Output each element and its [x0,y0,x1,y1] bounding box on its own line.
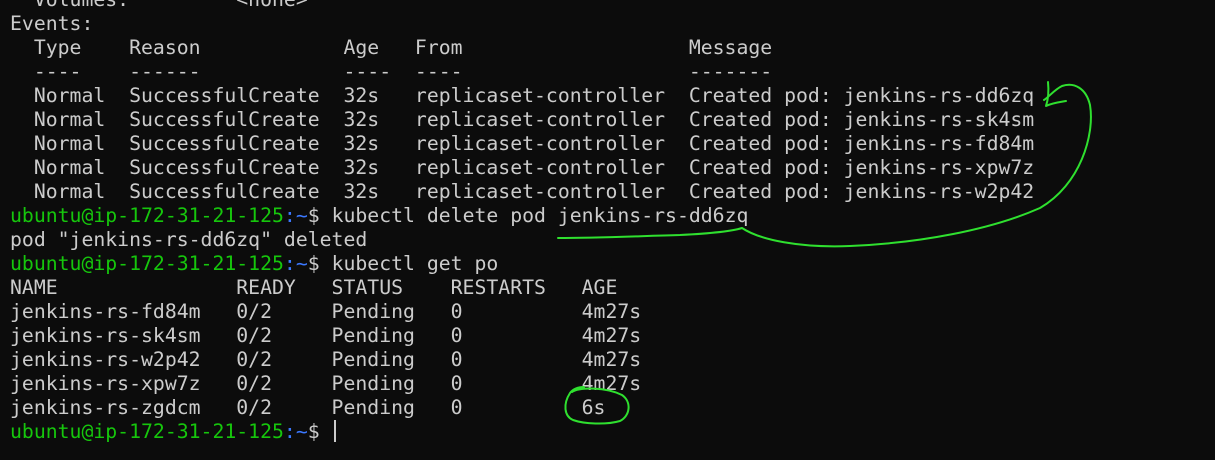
text-cursor[interactable] [333,420,336,442]
output-line: jenkins-rs-sk4sm 0/2 Pending 0 4m27s [10,324,642,347]
prompt-path: :~ [283,420,308,443]
command-text: kubectl get po [331,252,499,275]
prompt-user-host: ubuntu@ip-172-31-21-125 [10,252,284,275]
output-line: NAME READY STATUS RESTARTS AGE [10,276,618,299]
output-line: jenkins-rs-zgdcm 0/2 Pending 0 6s [10,396,606,419]
prompt-user-host: ubuntu@ip-172-31-21-125 [10,420,284,443]
prompt-symbol: $ [307,252,332,275]
output-line: Volumes: <none> [10,0,1034,12]
output-line: Normal SuccessfulCreate 32s replicaset-c… [10,84,1035,107]
output-line: Normal SuccessfulCreate 32s replicaset-c… [10,108,1035,131]
output-line: Events: [10,12,94,35]
output-line: Normal SuccessfulCreate 32s replicaset-c… [10,132,1035,155]
prompt-line: ubuntu@ip-172-31-21-125:~$ kubectl get p… [10,252,1034,276]
output-line: ---- ------ ---- ---- ------- [10,60,773,83]
annotation-arrow-tip [1045,81,1067,107]
prompt-path: :~ [283,252,308,275]
prompt-line: ubuntu@ip-172-31-21-125:~$ [10,420,1034,444]
output-line: jenkins-rs-w2p42 0/2 Pending 0 4m27s [10,348,642,371]
prompt-path: :~ [283,204,308,227]
output-line: Type Reason Age From Message [10,36,773,59]
prompt-line: ubuntu@ip-172-31-21-125:~$ kubectl delet… [10,204,1034,228]
output-line: Normal SuccessfulCreate 32s replicaset-c… [10,156,1035,179]
output-line: jenkins-rs-fd84m 0/2 Pending 0 4m27s [10,300,642,323]
output-line: pod "jenkins-rs-dd6zq" deleted [10,228,368,251]
output-line: Normal SuccessfulCreate 32s replicaset-c… [10,180,1035,203]
command-text: kubectl delete pod jenkins-rs-dd6zq [331,204,749,227]
prompt-symbol: $ [307,204,332,227]
prompt-symbol: $ [307,420,332,443]
prompt-user-host: ubuntu@ip-172-31-21-125 [10,204,284,227]
output-line: jenkins-rs-xpw7z 0/2 Pending 0 4m27s [10,372,642,395]
terminal-output: Volumes: <none>Events: Type Reason Age F… [10,0,1034,444]
terminal-window[interactable]: Volumes: <none>Events: Type Reason Age F… [0,0,1215,460]
